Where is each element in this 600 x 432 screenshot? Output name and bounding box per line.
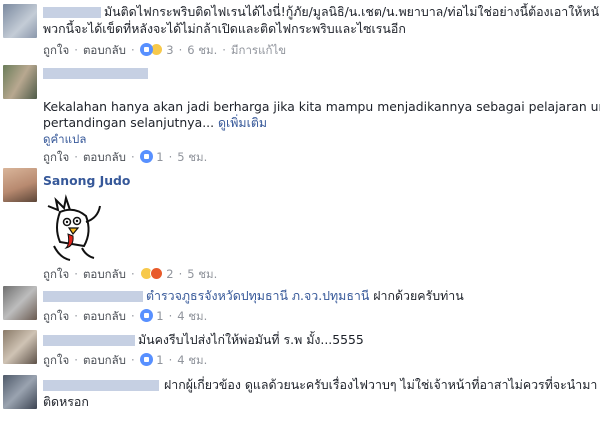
comment-text: pertandingan selanjutnya... ดูเพิ่มเติม xyxy=(43,115,268,130)
comment: มันคงรีบไปส่งไก่ให้พ่อมันที่ ร.พ มั้ง...… xyxy=(0,328,600,372)
reply-link[interactable]: ตอบกลับ xyxy=(83,353,126,367)
timestamp[interactable]: 4 ชม. xyxy=(177,309,207,323)
like-link[interactable]: ถูกใจ xyxy=(43,150,69,164)
timestamp[interactable]: 4 ชม. xyxy=(177,353,207,367)
timestamp[interactable]: 5 ชม. xyxy=(187,267,217,281)
blurred-name xyxy=(43,291,143,302)
reaction-count[interactable]: 3 xyxy=(166,43,173,57)
comment: Sanong Judo ถูกใจ · ตอบกลับ · 2 · 5 ชม. xyxy=(0,166,600,284)
comment-actions: ถูกใจ · ตอบกลับ · 1 · 4 ชม. xyxy=(43,353,208,367)
like-link[interactable]: ถูกใจ xyxy=(43,267,69,281)
like-link[interactable]: ถูกใจ xyxy=(43,353,69,367)
like-icon[interactable] xyxy=(139,150,153,163)
comment-actions: ถูกใจ · ตอบกลับ · 1 · 5 ชม. xyxy=(43,150,208,164)
like-link[interactable]: ถูกใจ xyxy=(43,309,69,323)
like-icon[interactable] xyxy=(139,309,153,322)
comment: ฝากผู้เกี่ยวข้อง ดูแลด้วยนะครับเรื่องไฟว… xyxy=(0,372,600,432)
blurred-name xyxy=(43,335,135,346)
comment: ตำรวจภูธรจังหวัดปทุมธานี ภ.จว.ปทุมธานี ฝ… xyxy=(0,284,600,328)
edited-label[interactable]: มีการแก้ไข xyxy=(231,43,286,57)
comment-actions: ถูกใจ · ตอบกลับ · 1 · 4 ชม. xyxy=(43,309,208,323)
comment: มันติดไฟกระพริบติดไฟเรนได้ไงนี่!กู้ภัย/ม… xyxy=(0,0,600,62)
timestamp[interactable]: 5 ชม. xyxy=(177,150,207,164)
reaction-count[interactable]: 2 xyxy=(166,267,173,281)
comment-text: มันคงรีบไปส่งไก่ให้พ่อมันที่ ร.พ มั้ง...… xyxy=(138,332,364,347)
commenter-name[interactable]: Sanong Judo xyxy=(43,172,130,189)
like-link[interactable]: ถูกใจ xyxy=(43,43,69,57)
chicken-sticker xyxy=(40,188,106,262)
avatar[interactable] xyxy=(3,65,37,99)
avatar[interactable] xyxy=(3,4,37,38)
comment-text: มันติดไฟกระพริบติดไฟเรนได้ไงนี่!กู้ภัย/ม… xyxy=(104,4,600,19)
avatar[interactable] xyxy=(3,330,37,364)
reply-link[interactable]: ตอบกลับ xyxy=(83,309,126,323)
mentioned-page[interactable]: ตำรวจภูธรจังหวัดปทุมธานี ภ.จว.ปทุมธานี xyxy=(146,288,369,303)
reply-link[interactable]: ตอบกลับ xyxy=(83,43,126,57)
comment-text: Kekalahan hanya akan jadi berharga jika … xyxy=(43,99,600,114)
like-icon[interactable] xyxy=(139,353,153,366)
reaction-count[interactable]: 1 xyxy=(156,353,163,367)
blurred-name xyxy=(43,7,101,18)
comment-text: พวกนี้จะได้เข็ดที่หลังจะได้ไม่กล้าเปิดแล… xyxy=(43,21,406,36)
avatar[interactable] xyxy=(3,375,37,409)
comment-text: ฝากผู้เกี่ยวข้อง ดูแลด้วยนะครับเรื่องไฟว… xyxy=(164,377,598,392)
timestamp[interactable]: 6 ชม. xyxy=(187,43,217,57)
reply-link[interactable]: ตอบกลับ xyxy=(83,150,126,164)
reply-link[interactable]: ตอบกลับ xyxy=(83,267,126,281)
comment: Kekalahan hanya akan jadi berharga jika … xyxy=(0,62,600,166)
blurred-name xyxy=(43,68,148,79)
reaction-count[interactable]: 1 xyxy=(156,150,163,164)
angry-icon[interactable] xyxy=(149,267,163,280)
see-more-link[interactable]: ดูเพิ่มเติม xyxy=(218,115,267,130)
comment-actions: ถูกใจ · ตอบกลับ · 3 · 6 ชม. · มีการแก้ไข xyxy=(43,43,287,57)
avatar[interactable] xyxy=(3,286,37,320)
translate-link[interactable]: ดูคำแปล xyxy=(43,131,86,148)
comment-text: ติดหรอก xyxy=(43,394,89,409)
reaction-count[interactable]: 1 xyxy=(156,309,163,323)
avatar[interactable] xyxy=(3,168,37,202)
like-icon[interactable] xyxy=(139,43,153,56)
comment-actions: ถูกใจ · ตอบกลับ · 2 · 5 ชม. xyxy=(43,267,218,281)
blurred-name xyxy=(43,380,159,391)
comment-text: ตำรวจภูธรจังหวัดปทุมธานี ภ.จว.ปทุมธานี ฝ… xyxy=(146,288,464,303)
